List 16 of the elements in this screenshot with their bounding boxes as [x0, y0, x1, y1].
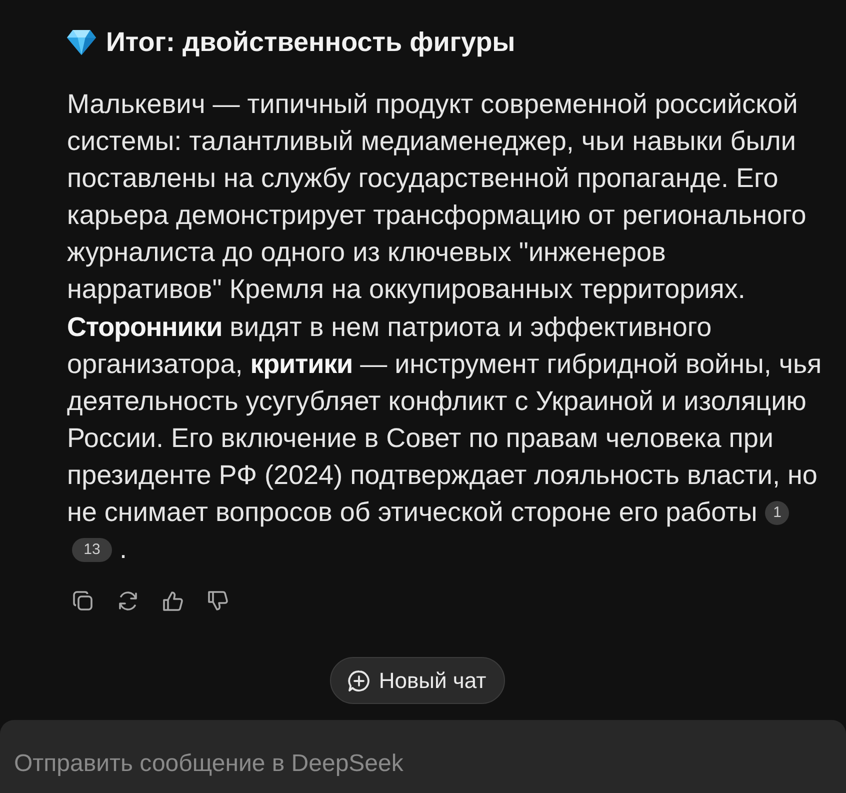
gem-icon	[66, 28, 97, 56]
citation-badge[interactable]: 13	[72, 538, 112, 562]
citation-badge[interactable]: 1	[765, 501, 790, 526]
copy-button[interactable]	[72, 590, 94, 612]
refresh-button[interactable]	[117, 590, 139, 612]
new-chat-button[interactable]: Новый чат	[330, 657, 506, 704]
section-heading: Итог: двойственность фигуры	[106, 26, 516, 59]
thumbs-up-icon	[162, 590, 184, 612]
chat-plus-icon	[346, 668, 371, 693]
thumbs-up-button[interactable]	[162, 590, 184, 612]
thumbs-down-icon	[207, 590, 229, 612]
thumbs-down-button[interactable]	[207, 590, 229, 612]
message-input[interactable]: Отправить сообщение в DeepSeek	[0, 720, 846, 793]
copy-icon	[72, 590, 94, 612]
refresh-icon	[117, 590, 139, 612]
answer-paragraph: Малькевич — типичный продукт современной российской системы: талантливый медиаменеджер, чьи навыки были поставлены на службу государственной пропаганде. Его карьера демонстрирует трансформацию от регионального журналиста до одного из ключевых "инженеров нарративов" Кремля на оккупированных территориях. Сторонники видят в нем патриота и эффективного организатора, критики — инструмент гибридной войны, чья деятельность усугубляет конфликт с Украиной и изоляцию России. Его включение в Совет по правам человека при президенте РФ (2024) подтверждает лояльность власти, но не снимает вопросов об этической стороне его работы 1 13 .	[67, 88, 823, 566]
